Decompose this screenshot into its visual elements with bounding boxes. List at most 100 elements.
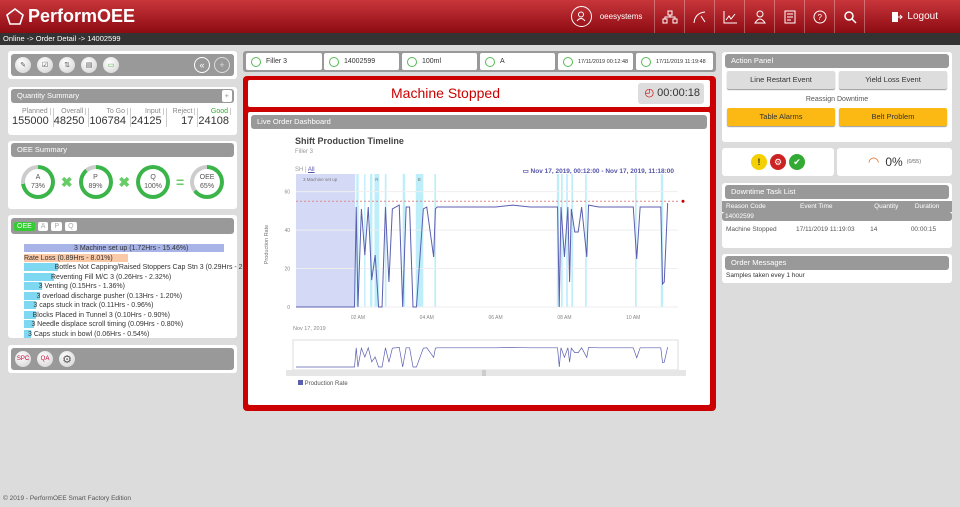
messages-panel: Order Messages Samples taken evey 1 hour bbox=[722, 254, 952, 283]
quantity-summary-panel: Quantity Summary + Planned 155000 Overall 48… bbox=[8, 87, 237, 135]
svg-text:?: ? bbox=[817, 13, 822, 22]
help-icon[interactable]: ? bbox=[805, 0, 836, 33]
column-header: Quantity bbox=[874, 203, 899, 210]
timer-icon: ◴ bbox=[644, 87, 655, 99]
downtime-band bbox=[369, 174, 373, 307]
clipboard-button[interactable]: ▤ bbox=[81, 57, 97, 73]
downtime-band bbox=[415, 174, 424, 307]
stop-icon[interactable]: ⚙ bbox=[770, 154, 786, 170]
speedometer-icon: ◠ bbox=[867, 154, 880, 169]
y-axis-label: Production Rate bbox=[264, 225, 270, 264]
left-toolbar-panel: ✎ ☑ ⇅ ▤ ▭ « + bbox=[8, 51, 237, 79]
line-restart-button[interactable]: Line Restart Event bbox=[727, 71, 835, 89]
band-label: B bbox=[418, 177, 421, 182]
pareto-bar[interactable]: 3 Venting (0.15Hrs - 1.36%) bbox=[24, 282, 224, 291]
speed-value: 0% bbox=[885, 155, 903, 169]
oee-summary-title: OEE Summary bbox=[11, 143, 234, 157]
y-tick-label: 0 bbox=[287, 305, 290, 311]
machine-cell[interactable]: Filler 3 bbox=[246, 53, 322, 70]
availability-gauge[interactable]: A 73% bbox=[20, 165, 55, 199]
equals-icon: = bbox=[175, 174, 185, 190]
pareto-bar[interactable]: 3 caps stuck in track (0.11Hrs - 0.96%) bbox=[24, 301, 224, 310]
checklist-button[interactable]: ☑ bbox=[37, 57, 53, 73]
collapse-button[interactable]: « bbox=[194, 57, 210, 73]
search-icon[interactable] bbox=[835, 0, 866, 33]
speed-panel: ◠ 0% (0/55) bbox=[837, 148, 952, 176]
pareto-bar[interactable]: 3 Needle displace scroll timing (0.09Hrs… bbox=[24, 320, 224, 329]
pareto-bar[interactable]: Blocks Placed in Tunnel 3 (0.10Hrs - 0.9… bbox=[24, 310, 224, 320]
navigator bbox=[292, 339, 679, 371]
table-alarms-button[interactable]: Table Alarms bbox=[727, 108, 835, 126]
legend[interactable]: Production Rate bbox=[298, 380, 348, 387]
performance-gauge[interactable]: P 89% bbox=[78, 165, 113, 199]
downtime-title: Downtime Task List bbox=[725, 185, 949, 199]
x-tick-label: 08 AM bbox=[557, 315, 571, 321]
quality-gauge[interactable]: Q 100% bbox=[136, 165, 171, 199]
footer: © 2019 - PerformOEE Smart Factory Editio… bbox=[3, 495, 131, 502]
multiply-icon: ✖ bbox=[60, 173, 73, 190]
report-icon[interactable] bbox=[775, 0, 806, 33]
pareto-bar[interactable]: 3 Caps stuck in bowl (0.06Hrs - 0.54%) bbox=[24, 329, 224, 339]
machine-status: Machine Stopped bbox=[391, 85, 500, 101]
chart-icon[interactable] bbox=[715, 0, 746, 33]
hierarchy-icon[interactable] bbox=[655, 0, 686, 33]
end-time-cell[interactable]: 17/11/2019 11:19:48 bbox=[636, 53, 713, 70]
quantity-summary-title: Quantity Summary bbox=[17, 91, 80, 100]
pareto-bar[interactable]: Rate Loss (0.89Hrs - 8.01%) bbox=[24, 253, 224, 263]
oee-gauge[interactable]: OEE 65% bbox=[190, 165, 225, 199]
settings-button[interactable]: ⚙ bbox=[59, 351, 75, 367]
logout-button[interactable]: Logout bbox=[865, 11, 960, 23]
new-order-button[interactable]: ▭ bbox=[103, 57, 119, 73]
y-tick-label: 60 bbox=[284, 190, 290, 196]
user-menu[interactable]: oeesystems bbox=[561, 0, 656, 33]
order-cell[interactable]: 14002599 bbox=[324, 53, 399, 70]
y-tick-label: 40 bbox=[284, 228, 290, 234]
start-time-cell[interactable]: 17/11/2019 00:12:48 bbox=[558, 53, 633, 70]
pareto-bar-fill bbox=[24, 263, 58, 271]
ok-icon[interactable]: ✔ bbox=[789, 154, 805, 170]
warning-icon[interactable]: ! bbox=[751, 154, 767, 170]
product-cell[interactable]: 100ml bbox=[402, 53, 477, 70]
qa-button[interactable]: QA bbox=[37, 351, 53, 367]
belt-problem-button[interactable]: Belt Problem bbox=[839, 108, 947, 126]
pareto-tab-oee[interactable]: OEE bbox=[14, 221, 35, 231]
pareto-bar[interactable]: Bottles Not Capping/Raised Stoppers Cap … bbox=[24, 263, 261, 272]
pareto-bar-fill bbox=[24, 272, 54, 281]
speed-unit: (0/55) bbox=[906, 159, 922, 165]
dashboard-panel: Live Order Dashboard Shift Production Ti… bbox=[248, 112, 710, 405]
multiply-icon: ✖ bbox=[118, 173, 131, 190]
spc-button[interactable]: SPC bbox=[15, 351, 31, 367]
downtime-band bbox=[566, 174, 568, 307]
pareto-bar[interactable]: Reventing Fill M/C 3 (0.26Hrs - 2.32%) bbox=[24, 272, 224, 282]
legend-swatch bbox=[298, 380, 303, 385]
pareto-bar[interactable]: 3 Machine set up (1.72Hrs - 15.46%) bbox=[24, 244, 224, 253]
bottom-tools-panel: SPC QA ⚙ bbox=[8, 345, 237, 373]
pareto-tab-p[interactable]: P bbox=[51, 221, 63, 231]
top-bar: PerformOEE oeesystems ? Logout bbox=[0, 0, 960, 33]
shift-cell[interactable]: A bbox=[480, 53, 555, 70]
user-icon[interactable] bbox=[745, 0, 776, 33]
expand-button[interactable]: + bbox=[221, 90, 232, 102]
downtime-band bbox=[560, 174, 563, 307]
qty-good: Good 24108 bbox=[198, 108, 231, 127]
pentagon-logo-icon bbox=[6, 8, 24, 25]
pareto-bar[interactable]: 3 overload discharge pusher (0.13Hrs - 1… bbox=[24, 291, 224, 301]
edit-tool-button[interactable]: ✎ bbox=[15, 57, 31, 73]
column-header: Duration bbox=[914, 203, 940, 210]
logout-icon bbox=[892, 11, 904, 22]
pareto-tab-q[interactable]: Q bbox=[65, 221, 77, 231]
message-text: Samples taken evey 1 hour bbox=[726, 272, 805, 279]
downtime-row[interactable]: Machine Stopped 17/11/2019 11:19:03 14 00:0… bbox=[722, 221, 952, 238]
swap-button[interactable]: ⇅ bbox=[59, 57, 75, 73]
pareto-tab-a[interactable]: A bbox=[37, 221, 49, 231]
logo[interactable]: PerformOEE bbox=[6, 6, 135, 27]
downtime-panel: Downtime Task List Reason Code Event Time… bbox=[722, 183, 952, 248]
yield-loss-button[interactable]: Yield Loss Event bbox=[839, 71, 947, 89]
order-icon bbox=[329, 56, 339, 67]
clock-icon bbox=[641, 56, 651, 67]
downtime-band bbox=[571, 174, 574, 307]
gauge-icon[interactable] bbox=[685, 0, 716, 33]
add-button[interactable]: + bbox=[214, 57, 230, 73]
avatar-icon bbox=[570, 6, 592, 27]
x-tick-label: 04 AM bbox=[420, 315, 434, 321]
